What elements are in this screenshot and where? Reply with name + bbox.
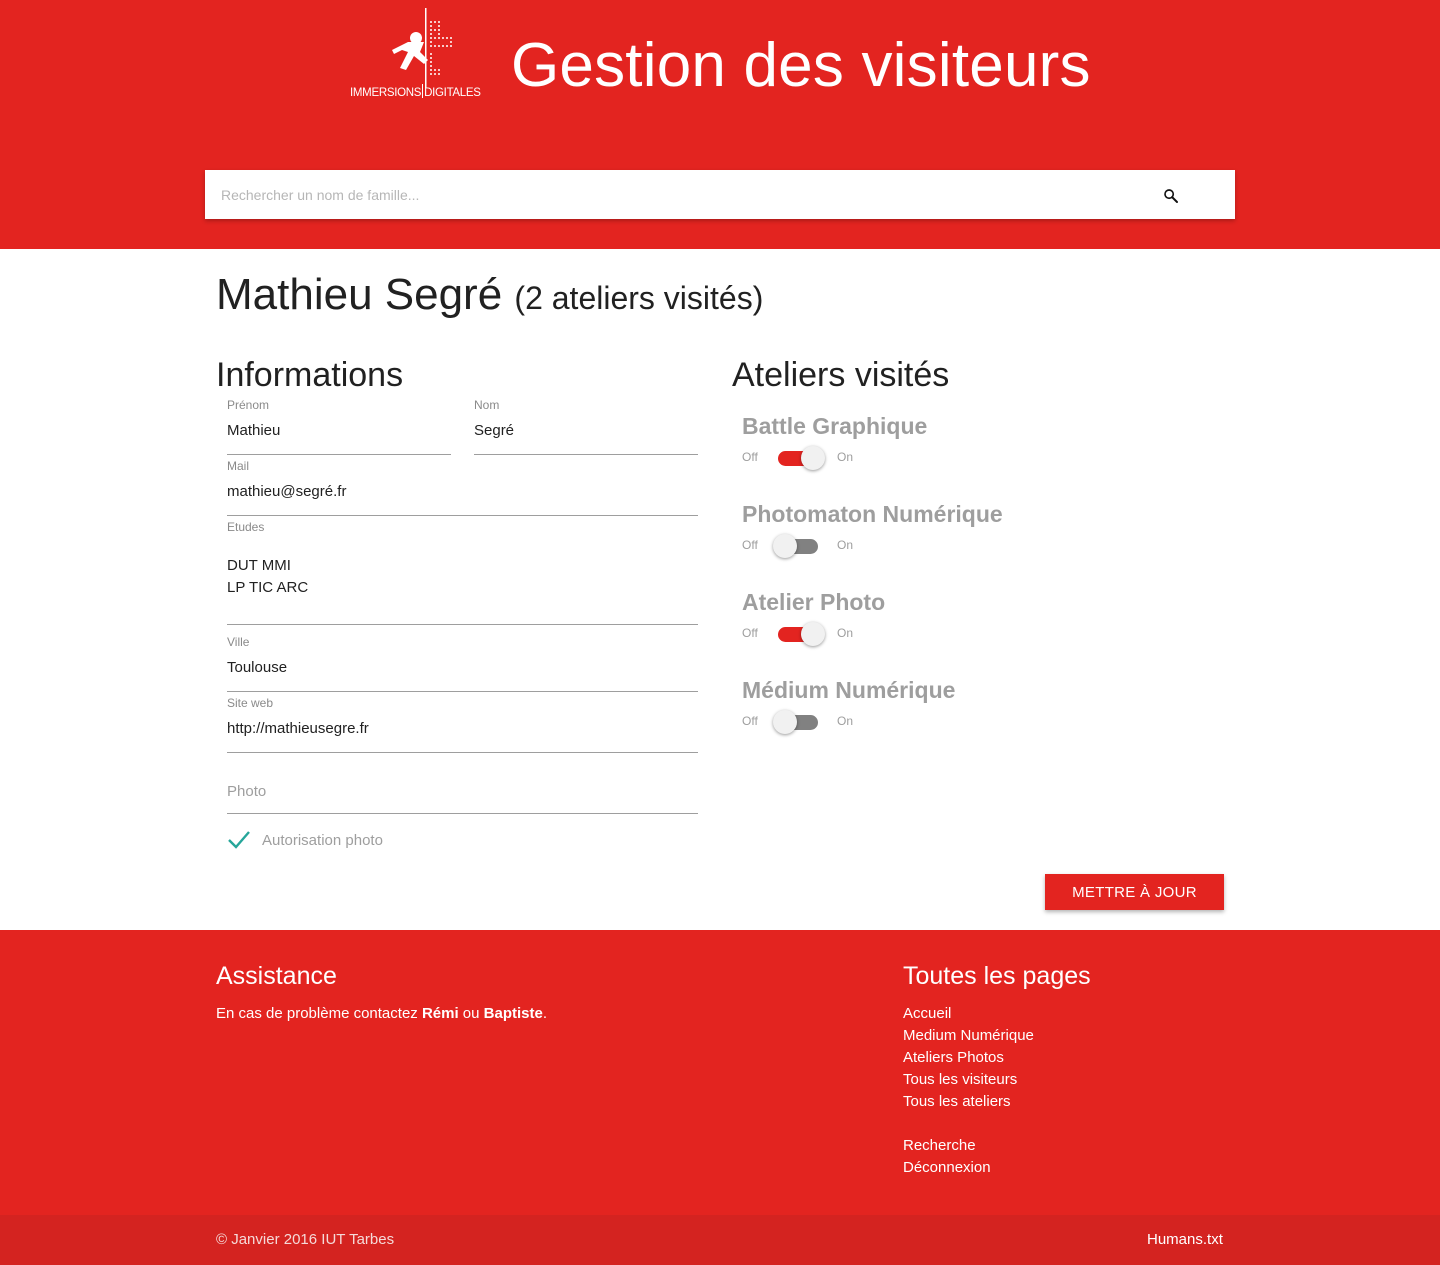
workshop-title-atelier-photo: Atelier Photo [742,589,886,615]
footer-link-ateliers-photos[interactable]: Ateliers Photos [903,1049,1004,1066]
site-web-underline [227,752,698,753]
prenom-label: Prénom [227,398,270,412]
etudes-line-1[interactable]: DUT MMI [227,557,291,574]
prenom-underline [227,454,451,455]
contact-baptiste: Baptiste [483,1005,543,1022]
photo-field[interactable] [227,778,698,804]
switch-knob [801,622,825,646]
checkbox-checked-icon[interactable] [226,829,252,851]
switch-knob [801,446,825,470]
prenom-field[interactable]: Mathieu [227,422,280,439]
visitor-name: Mathieu Segré [216,270,503,319]
contact-remi: Rémi [421,1005,459,1022]
page-title: Gestion des visiteurs [511,31,1091,100]
workshop-title-photomaton-numerique: Photomaton Numérique [742,501,1003,527]
search-bar [205,170,1235,219]
runner-logo-icon [392,8,452,88]
switch-atelier-photo[interactable] [773,620,825,648]
etudes-label: Etudes [227,520,265,534]
etudes-line-2[interactable]: LP TIC ARC [227,579,308,596]
search-input[interactable] [221,170,1121,219]
assistance-text: En cas de problème contactez Rémi ou Bap… [216,1005,548,1022]
photo-underline [227,813,698,814]
autorisation-photo-label[interactable]: Autorisation photo [262,832,383,849]
immersions-digitales-logo[interactable]: IMMERSIONS DIGITALES [350,8,485,110]
mail-field[interactable]: mathieu@segré.fr [227,483,346,500]
footer-link-tous-les-ateliers[interactable]: Tous les ateliers [903,1093,1011,1110]
switch-battle-graphique[interactable] [773,444,825,472]
mail-label: Mail [227,459,250,473]
site-web-field[interactable]: http://mathieusegre.fr [227,720,369,737]
nom-underline [474,454,698,455]
footer-link-medium-numerique[interactable]: Medium Numérique [903,1027,1034,1044]
visitor-workshop-count: (2 ateliers visités) [514,280,764,316]
switch-off-label: Off [742,538,758,552]
switch-knob [773,710,797,734]
informations-title: Informations [216,356,404,394]
switch-medium-numerique[interactable] [773,708,825,736]
footer-link-tous-les-visiteurs[interactable]: Tous les visiteurs [903,1071,1017,1088]
etudes-underline [227,624,698,625]
switch-photomaton-numerique[interactable] [773,532,825,560]
assistance-title: Assistance [216,962,337,990]
footer-link-accueil[interactable]: Accueil [903,1005,951,1022]
switch-on-label: On [837,450,854,464]
nom-label: Nom [474,398,500,412]
ville-underline [227,691,698,692]
workshop-title-medium-numerique: Médium Numérique [742,677,956,703]
switch-on-label: On [837,538,854,552]
search-icon[interactable] [1162,187,1180,205]
footer-link-recherche[interactable]: Recherche [903,1137,976,1154]
humans-txt-link[interactable]: Humans.txt [1147,1231,1223,1248]
mail-underline [227,515,698,516]
pages-title: Toutes les pages [903,962,1091,990]
ville-field[interactable]: Toulouse [227,659,287,676]
workshop-title-battle-graphique: Battle Graphique [742,413,928,439]
site-web-label: Site web [227,696,274,710]
switch-off-label: Off [742,714,758,728]
update-button[interactable]: METTRE À JOUR [1045,874,1224,910]
ateliers-title: Ateliers visités [732,356,950,394]
nom-field[interactable]: Segré [474,422,514,439]
switch-on-label: On [837,714,854,728]
ville-label: Ville [227,635,250,649]
footer-link-deconnexion[interactable]: Déconnexion [903,1159,991,1176]
copyright: © Janvier 2016 IUT Tarbes [216,1231,395,1248]
switch-off-label: Off [742,626,758,640]
switch-off-label: Off [742,450,758,464]
switch-on-label: On [837,626,854,640]
logo-text: IMMERSIONS DIGITALES [350,84,485,99]
switch-knob [773,534,797,558]
visitor-heading: Mathieu Segré (2 ateliers visités) [216,270,763,320]
